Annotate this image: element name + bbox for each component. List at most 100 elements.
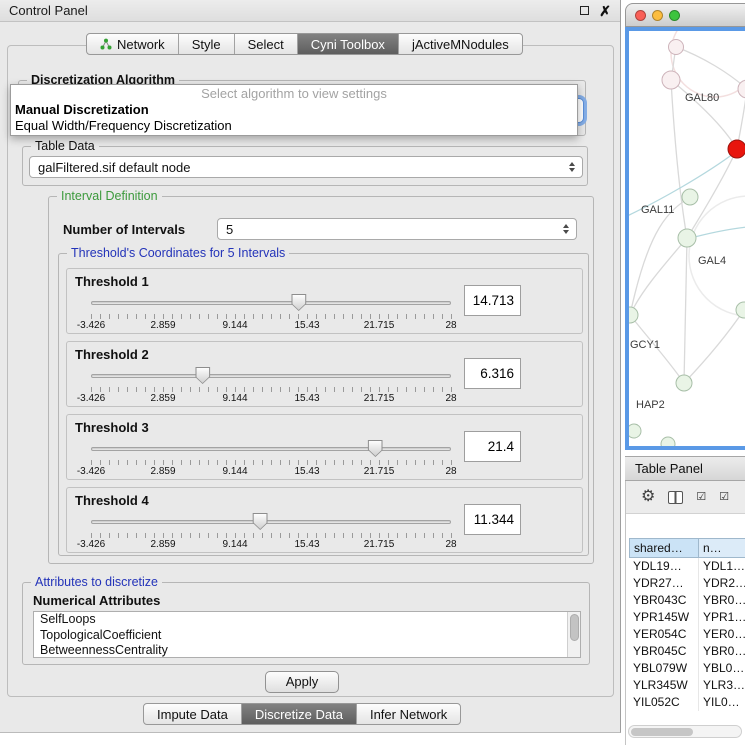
table-row[interactable]: YBL079WYBL0… bbox=[629, 660, 745, 677]
list-item[interactable]: BetweennessCentrality bbox=[34, 643, 580, 658]
scale-label: 9.144 bbox=[222, 393, 247, 404]
columns-icon[interactable] bbox=[668, 491, 683, 504]
panel-title: Control Panel bbox=[9, 3, 88, 18]
scrollbar-thumb[interactable] bbox=[631, 728, 693, 736]
table-row[interactable]: YLR345WYLR3… bbox=[629, 677, 745, 694]
checkbox-icon[interactable]: ☑ bbox=[696, 492, 706, 503]
column-header-name[interactable]: n… bbox=[699, 538, 745, 558]
network-node-gal4[interactable] bbox=[678, 229, 696, 247]
float-window-icon[interactable] bbox=[580, 6, 589, 15]
scrollbar-thumb[interactable] bbox=[570, 614, 579, 641]
cell: YDR27… bbox=[629, 575, 699, 592]
checkbox-icon[interactable]: ☑ bbox=[719, 492, 729, 503]
window-controls: ✗ bbox=[580, 4, 611, 18]
scale-label: 15.43 bbox=[294, 393, 319, 404]
tab-discretize-data[interactable]: Discretize Data bbox=[241, 704, 356, 724]
scale-label: 21.715 bbox=[364, 393, 395, 404]
control-panel-titlebar: Control Panel ✗ bbox=[0, 0, 620, 22]
tab-label: Discretize Data bbox=[255, 707, 343, 722]
table-row[interactable]: YBR043CYBR0… bbox=[629, 592, 745, 609]
zoom-traffic-light[interactable] bbox=[669, 10, 680, 21]
bottom-tab-bar: Impute Data Discretize Data Infer Networ… bbox=[143, 703, 461, 725]
scale-label: 21.715 bbox=[364, 320, 395, 331]
edge bbox=[684, 310, 744, 383]
network-view[interactable]: GAL80 GAL11 GAL4 GCY1 HAP2 bbox=[625, 27, 745, 450]
network-node-gal80[interactable] bbox=[662, 71, 680, 89]
network-node[interactable] bbox=[669, 40, 684, 55]
slider-track[interactable] bbox=[91, 374, 451, 378]
table-row[interactable]: YDR27…YDR2… bbox=[629, 575, 745, 592]
list-item[interactable]: SelfLoops bbox=[34, 612, 580, 628]
tab-style[interactable]: Style bbox=[178, 34, 234, 54]
scale-label: 15.43 bbox=[294, 539, 319, 550]
scale-label: 2.859 bbox=[150, 320, 175, 331]
node-label: HAP2 bbox=[636, 399, 665, 411]
table-row[interactable]: YDL19…YDL1… bbox=[629, 558, 745, 575]
network-node-hap2[interactable] bbox=[676, 375, 692, 391]
gear-icon[interactable]: ⚙ bbox=[641, 489, 655, 505]
network-node[interactable] bbox=[661, 437, 675, 446]
network-node-gcy1[interactable] bbox=[629, 307, 638, 323]
network-node-gal11[interactable] bbox=[682, 189, 698, 205]
dropdown-option-equal-width[interactable]: Equal Width/Frequency Discretization bbox=[11, 118, 577, 134]
slider-thumb[interactable] bbox=[368, 440, 383, 457]
table-row[interactable]: YPR145WYPR1… bbox=[629, 609, 745, 626]
slider-thumb[interactable] bbox=[195, 367, 210, 384]
table-row[interactable]: YER054CYER0… bbox=[629, 626, 745, 643]
scale-label: 28 bbox=[445, 393, 456, 404]
network-icon bbox=[100, 38, 112, 50]
threshold-3-value-field[interactable] bbox=[464, 431, 521, 462]
horizontal-scrollbar[interactable] bbox=[628, 725, 742, 738]
column-header-shared-name[interactable]: shared… bbox=[629, 538, 699, 558]
tab-jactivemnodules[interactable]: jActiveMNodules bbox=[398, 34, 522, 54]
scale-label: -3.426 bbox=[77, 539, 105, 550]
table-data-combobox[interactable]: galFiltered.sif default node bbox=[29, 156, 583, 178]
tab-cyni-toolbox[interactable]: Cyni Toolbox bbox=[297, 34, 398, 54]
cell: YLR345W bbox=[629, 677, 699, 694]
interval-definition-group: Interval Definition Number of Intervals … bbox=[48, 196, 594, 564]
threshold-2-slider[interactable] bbox=[91, 366, 451, 386]
slider-thumb[interactable] bbox=[253, 513, 268, 530]
tab-infer-network[interactable]: Infer Network bbox=[356, 704, 460, 724]
threshold-2-value-field[interactable] bbox=[464, 358, 521, 389]
node-label: GAL11 bbox=[641, 204, 674, 216]
number-of-intervals-combobox[interactable]: 5 bbox=[217, 218, 577, 240]
right-panel: GAL80 GAL11 GAL4 GCY1 HAP2 Table Panel ⚙… bbox=[625, 0, 745, 745]
slider-scale: -3.426 2.859 9.144 15.43 21.715 28 bbox=[91, 466, 451, 478]
cell: YER054C bbox=[629, 626, 699, 643]
threshold-1-value-field[interactable] bbox=[464, 285, 521, 316]
apply-button[interactable]: Apply bbox=[265, 671, 339, 693]
table-panel: ⚙ ☑ ☑ shared… n… YDL19…YDL1… YDR27…YDR2…… bbox=[625, 481, 745, 745]
threshold-4-value-field[interactable] bbox=[464, 504, 521, 535]
attributes-group: Attributes to discretize Numerical Attri… bbox=[22, 582, 590, 665]
table-row[interactable]: YIL052CYIL0… bbox=[629, 694, 745, 711]
slider-ticks bbox=[91, 314, 452, 319]
attributes-list: SelfLoops TopologicalCoefficient Between… bbox=[33, 611, 581, 658]
scale-label: 15.43 bbox=[294, 466, 319, 477]
list-scrollbar[interactable] bbox=[567, 612, 580, 657]
close-traffic-light[interactable] bbox=[635, 10, 646, 21]
slider-thumb[interactable] bbox=[291, 294, 306, 311]
minimize-traffic-light[interactable] bbox=[652, 10, 663, 21]
list-item[interactable]: TopologicalCoefficient bbox=[34, 628, 580, 644]
dropdown-option-manual[interactable]: Manual Discretization bbox=[11, 102, 577, 118]
tab-label: Cyni Toolbox bbox=[311, 37, 385, 52]
table-row[interactable]: YBR045CYBR0… bbox=[629, 643, 745, 660]
group-title: Attributes to discretize bbox=[31, 575, 162, 589]
threshold-4-slider[interactable] bbox=[91, 512, 451, 532]
slider-track[interactable] bbox=[91, 520, 451, 524]
scale-label: 2.859 bbox=[150, 393, 175, 404]
close-icon[interactable]: ✗ bbox=[599, 4, 611, 18]
table-panel-title: Table Panel bbox=[635, 461, 703, 476]
slider-track[interactable] bbox=[91, 301, 451, 305]
network-node-selected-red[interactable] bbox=[728, 140, 745, 158]
network-node[interactable] bbox=[629, 424, 641, 438]
tab-impute-data[interactable]: Impute Data bbox=[144, 704, 241, 724]
tab-network[interactable]: Network bbox=[87, 34, 178, 54]
tab-select[interactable]: Select bbox=[234, 34, 297, 54]
threshold-1-slider[interactable] bbox=[91, 293, 451, 313]
network-canvas[interactable]: GAL80 GAL11 GAL4 GCY1 HAP2 bbox=[629, 31, 745, 446]
threshold-1-panel: Threshold 1 -3.426 2.859 9.144 15.43 21.… bbox=[66, 268, 583, 334]
slider-track[interactable] bbox=[91, 447, 451, 451]
threshold-3-slider[interactable] bbox=[91, 439, 451, 459]
